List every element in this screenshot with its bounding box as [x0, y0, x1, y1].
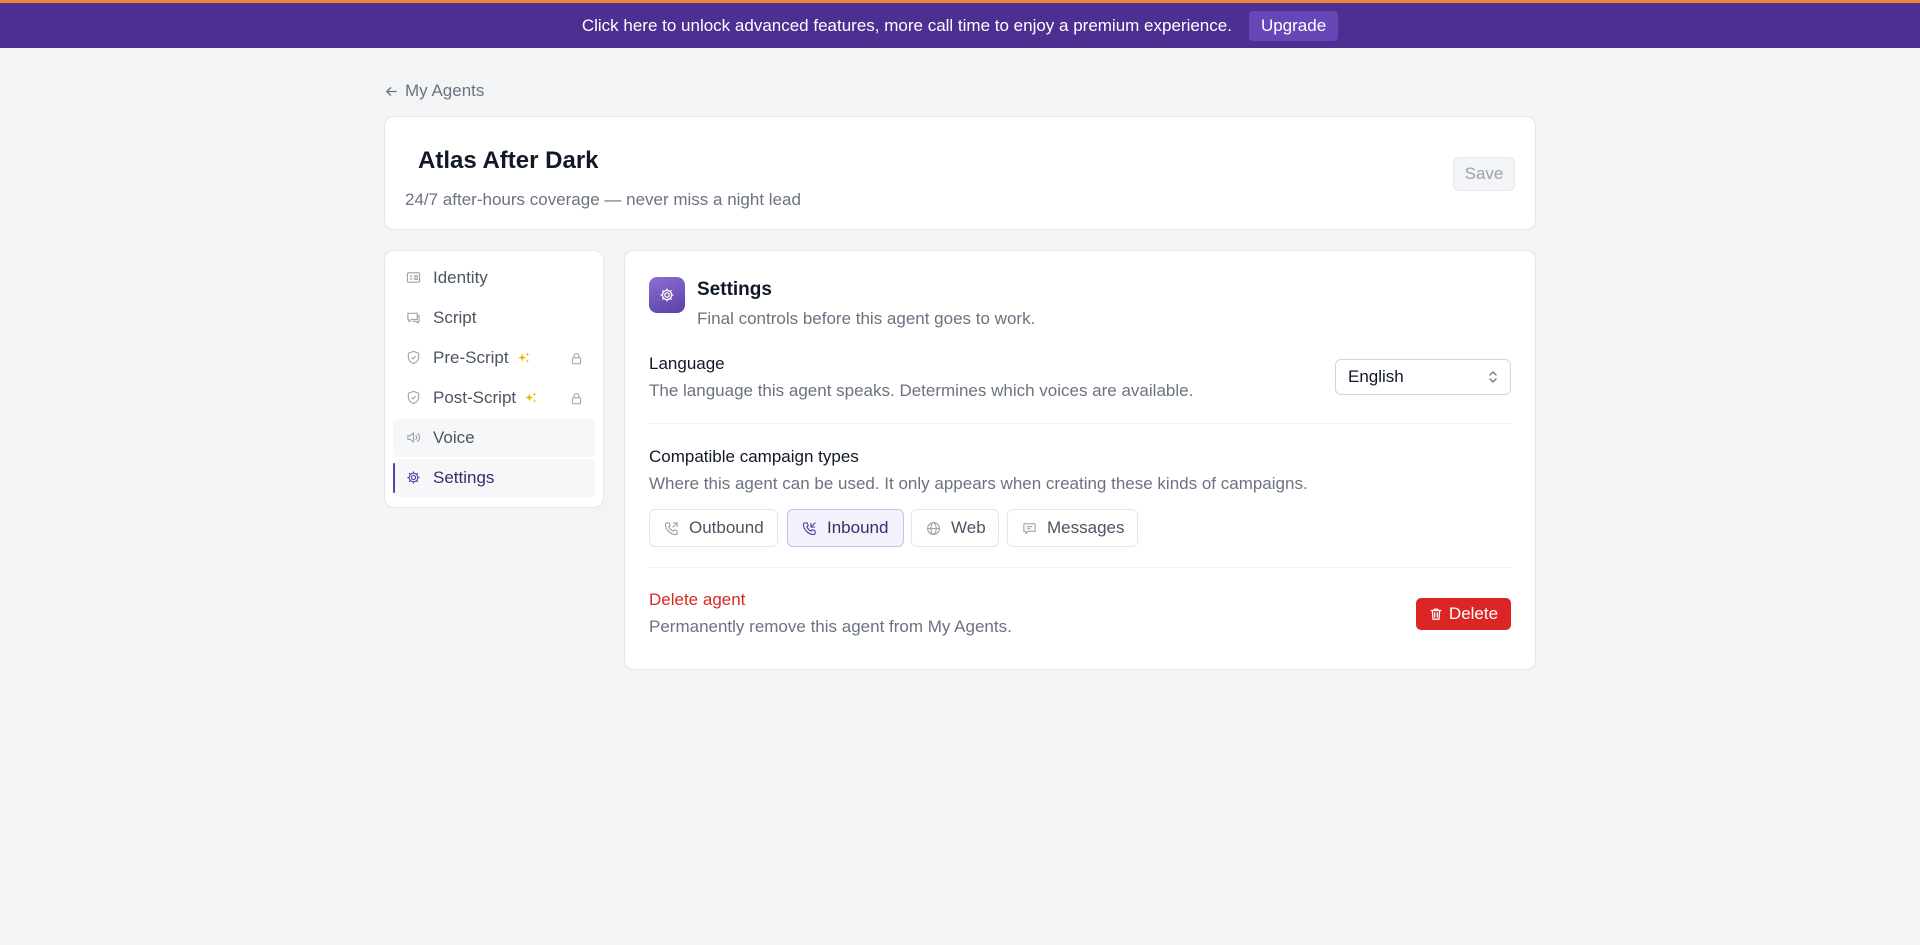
delete-agent-button[interactable]: Delete: [1416, 598, 1511, 630]
phone-incoming-icon: [802, 521, 817, 536]
sidebar-item-identity[interactable]: Identity: [393, 259, 595, 297]
sidebar-item-label: Identity: [433, 268, 488, 287]
lock-icon: [570, 352, 583, 365]
sidebar-item-pre-script[interactable]: Pre-Script: [393, 339, 595, 377]
sidebar-item-post-script[interactable]: Post-Script: [393, 379, 595, 417]
delete-agent-help: Permanently remove this agent from My Ag…: [649, 617, 1012, 636]
agent-sections-sidebar: Identity Script Pre-Script Post-Script V…: [384, 250, 604, 508]
language-help: The language this agent speaks. Determin…: [649, 381, 1194, 400]
settings-panel: Settings Final controls before this agen…: [624, 250, 1536, 670]
sparkle-icon: [517, 351, 531, 365]
lock-icon: [570, 392, 583, 405]
campaign-type-label: Inbound: [827, 518, 889, 537]
save-button[interactable]: Save: [1453, 157, 1515, 191]
back-link-label: My Agents: [405, 81, 485, 100]
sidebar-item-settings[interactable]: Settings: [393, 459, 595, 497]
delete-button-label: Delete: [1448, 604, 1499, 623]
settings-title: Settings: [697, 279, 772, 300]
language-label: Language: [649, 354, 725, 373]
sidebar-item-label: Pre-Script: [433, 348, 509, 367]
divider: [649, 423, 1511, 424]
campaign-type-label: Messages: [1047, 518, 1125, 537]
campaign-type-web[interactable]: Web: [911, 509, 999, 547]
message-icon: [1022, 521, 1037, 536]
upgrade-button[interactable]: Upgrade: [1248, 10, 1339, 41]
globe-icon: [926, 521, 941, 536]
gear-icon: [649, 277, 685, 313]
delete-agent-title: Delete agent: [649, 590, 746, 609]
speaker-icon: [406, 430, 422, 446]
sidebar-item-label: Script: [433, 308, 477, 327]
chat-icon: [406, 310, 422, 326]
sparkle-icon: [524, 391, 538, 405]
settings-subtitle: Final controls before this agent goes to…: [697, 309, 1036, 328]
campaign-type-messages[interactable]: Messages: [1007, 509, 1138, 547]
language-selected-value: English: [1348, 367, 1404, 386]
back-to-my-agents-link[interactable]: My Agents: [384, 80, 484, 102]
gear-icon: [406, 470, 422, 486]
chevron-up-down-icon: [1486, 369, 1500, 385]
campaign-type-inbound[interactable]: Inbound: [787, 509, 904, 547]
arrow-left-icon: [384, 84, 399, 99]
campaign-type-label: Web: [951, 518, 986, 537]
divider: [649, 567, 1511, 568]
agent-header-card: Atlas After Dark 24/7 after-hours covera…: [384, 116, 1536, 230]
campaign-type-label: Outbound: [689, 518, 764, 537]
sidebar-item-voice[interactable]: Voice: [393, 419, 595, 457]
sidebar-item-script[interactable]: Script: [393, 299, 595, 337]
phone-outgoing-icon: [664, 521, 679, 536]
shield-icon: [406, 390, 422, 406]
campaign-types-label: Compatible campaign types: [649, 447, 859, 466]
agent-description[interactable]: 24/7 after-hours coverage — never miss a…: [405, 190, 801, 210]
id-card-icon: [406, 270, 422, 286]
sidebar-item-label: Post-Script: [433, 388, 517, 407]
sidebar-item-label: Settings: [433, 468, 495, 487]
shield-icon: [406, 350, 422, 366]
sidebar-item-label: Voice: [433, 428, 475, 447]
language-select[interactable]: English: [1335, 359, 1511, 395]
upgrade-banner[interactable]: Click here to unlock advanced features, …: [0, 0, 1920, 48]
campaign-type-outbound[interactable]: Outbound: [649, 509, 778, 547]
campaign-types-help: Where this agent can be used. It only ap…: [649, 474, 1308, 493]
banner-text[interactable]: Click here to unlock advanced features, …: [582, 16, 1232, 36]
agent-name[interactable]: Atlas After Dark: [418, 147, 599, 175]
trash-icon: [1429, 607, 1443, 621]
